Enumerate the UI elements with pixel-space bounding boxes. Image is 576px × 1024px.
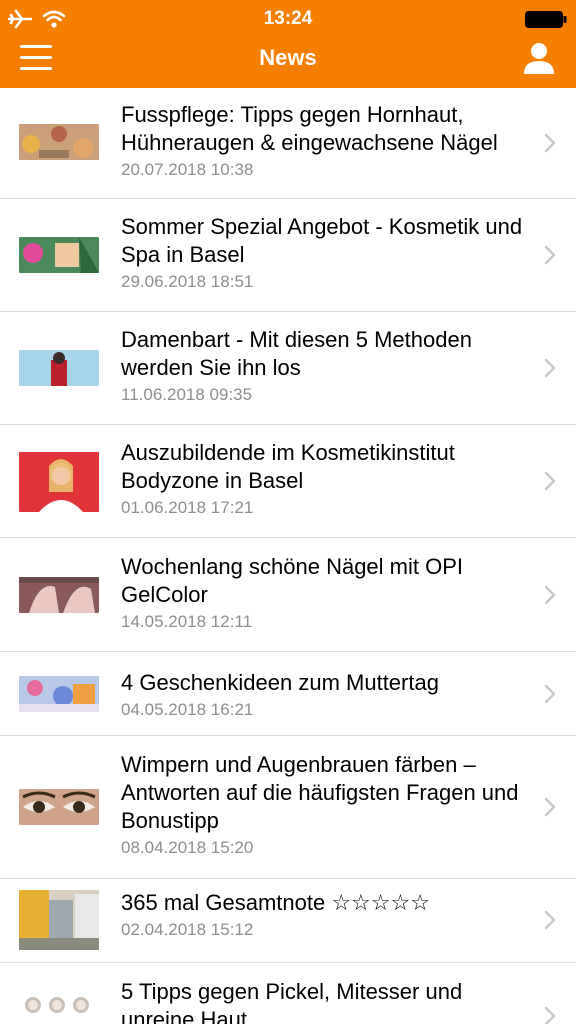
- news-date: 04.05.2018 16:21: [121, 700, 254, 719]
- news-thumbnail: [19, 237, 99, 273]
- news-title: Fusspflege: Tipps gegen Hornhaut, Hühner…: [121, 102, 498, 155]
- news-list: Fusspflege: Tipps gegen Hornhaut, Hühner…: [0, 88, 576, 1024]
- news-title: Sommer Spezial Angebot - Kosmetik und Sp…: [121, 214, 523, 267]
- news-date: 02.04.2018 15:12: [121, 920, 254, 939]
- news-item[interactable]: Wochenlang schöne Nägel mit OPI GelColor…: [0, 538, 576, 652]
- news-item[interactable]: 5 Tipps gegen Pickel, Mitesser und unrei…: [0, 963, 576, 1024]
- news-item[interactable]: 365 mal Gesamtnote ☆☆☆☆☆ 02.04.2018 15:1…: [0, 879, 576, 963]
- news-title: 5 Tipps gegen Pickel, Mitesser und unrei…: [121, 979, 463, 1024]
- chevron-right-icon: [544, 245, 556, 265]
- header-bar: 13:24 News: [0, 0, 576, 88]
- news-thumbnail: [19, 577, 99, 613]
- chevron-right-icon: [544, 358, 556, 378]
- news-item[interactable]: 4 Geschenkideen zum Muttertag 04.05.2018…: [0, 652, 576, 736]
- chevron-right-icon: [544, 1006, 556, 1024]
- news-date: 14.05.2018 12:11: [121, 612, 253, 631]
- page-title: News: [259, 45, 317, 70]
- chevron-right-icon: [544, 684, 556, 704]
- navigation-bar: News: [0, 40, 576, 88]
- news-thumbnail: [19, 993, 99, 1024]
- news-title: Auszubildende im Kosmetikinstitut Bodyzo…: [121, 440, 455, 493]
- news-item[interactable]: Auszubildende im Kosmetikinstitut Bodyzo…: [0, 425, 576, 538]
- news-date: 08.04.2018 15:20: [121, 838, 254, 857]
- status-bar: 13:24: [0, 0, 576, 40]
- chevron-right-icon: [544, 471, 556, 491]
- news-item[interactable]: Fusspflege: Tipps gegen Hornhaut, Hühner…: [0, 88, 576, 199]
- chevron-right-icon: [544, 585, 556, 605]
- news-date: 29.06.2018 18:51: [121, 272, 254, 291]
- news-thumbnail: [19, 124, 99, 160]
- chevron-right-icon: [544, 797, 556, 817]
- news-date: 01.06.2018 17:21: [121, 498, 254, 517]
- user-account-icon[interactable]: [522, 41, 556, 75]
- news-title: Wochenlang schöne Nägel mit OPI GelColor: [121, 554, 463, 607]
- news-item[interactable]: Sommer Spezial Angebot - Kosmetik und Sp…: [0, 199, 576, 312]
- chevron-right-icon: [544, 910, 556, 930]
- news-date: 11.06.2018 09:35: [121, 385, 253, 404]
- status-time: 13:24: [263, 8, 313, 29]
- news-item[interactable]: Wimpern und Augenbrauen färben – Antwort…: [0, 736, 576, 879]
- news-thumbnail: [19, 890, 99, 950]
- news-title: 4 Geschenkideen zum Muttertag: [121, 670, 439, 695]
- chevron-right-icon: [544, 133, 556, 153]
- news-thumbnail: [19, 789, 99, 825]
- news-item[interactable]: Damenbart - Mit diesen 5 Methoden werden…: [0, 312, 576, 425]
- news-title: Damenbart - Mit diesen 5 Methoden werden…: [121, 327, 472, 380]
- news-date: 20.07.2018 10:38: [121, 160, 254, 179]
- news-thumbnail: [19, 350, 99, 386]
- news-thumbnail: [19, 676, 99, 712]
- battery-icon: [525, 11, 567, 28]
- news-thumbnail: [19, 452, 99, 512]
- news-title: 365 mal Gesamtnote ☆☆☆☆☆: [121, 890, 430, 915]
- news-title: Wimpern und Augenbrauen färben – Antwort…: [121, 752, 519, 833]
